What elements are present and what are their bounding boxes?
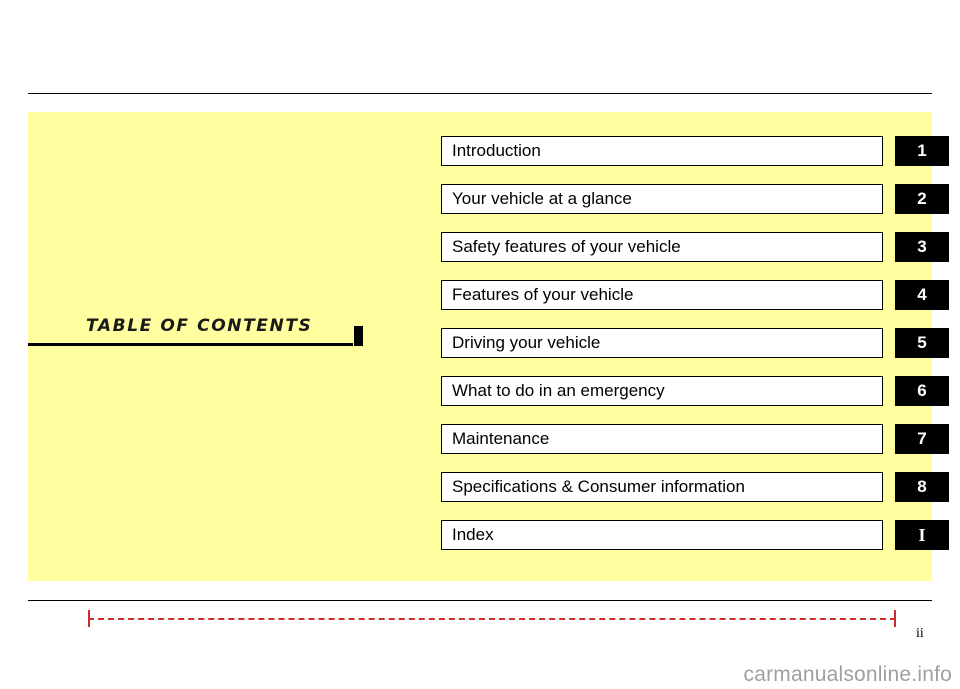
- top-divider: [28, 93, 932, 94]
- contents-entry-label[interactable]: Maintenance: [441, 424, 883, 454]
- contents-entry-label[interactable]: What to do in an emergency: [441, 376, 883, 406]
- contents-entry-tab[interactable]: 7: [895, 424, 949, 454]
- list-item[interactable]: Index I: [441, 520, 949, 552]
- contents-entry-tab[interactable]: 6: [895, 376, 949, 406]
- list-item[interactable]: Driving your vehicle 5: [441, 328, 949, 360]
- contents-entry-tab[interactable]: 3: [895, 232, 949, 262]
- contents-entry-tab[interactable]: 1: [895, 136, 949, 166]
- table-of-contents-heading: TABLE OF CONTENTS: [28, 316, 373, 352]
- contents-list: Introduction 1 Your vehicle at a glance …: [441, 136, 949, 568]
- contents-entry-label[interactable]: Driving your vehicle: [441, 328, 883, 358]
- contents-entry-label[interactable]: Specifications & Consumer information: [441, 472, 883, 502]
- list-item[interactable]: Maintenance 7: [441, 424, 949, 456]
- page-title: TABLE OF CONTENTS: [86, 316, 313, 336]
- list-item[interactable]: What to do in an emergency 6: [441, 376, 949, 408]
- watermark: carmanualsonline.info: [743, 663, 952, 686]
- contents-entry-label[interactable]: Index: [441, 520, 883, 550]
- contents-entry-label[interactable]: Safety features of your vehicle: [441, 232, 883, 262]
- contents-entry-tab[interactable]: 8: [895, 472, 949, 502]
- contents-entry-tab[interactable]: 2: [895, 184, 949, 214]
- contents-entry-label[interactable]: Introduction: [441, 136, 883, 166]
- contents-entry-tab[interactable]: I: [895, 520, 949, 550]
- bottom-divider: [28, 600, 932, 601]
- page-number: ii: [916, 626, 924, 641]
- contents-entry-tab[interactable]: 4: [895, 280, 949, 310]
- manual-page: TABLE OF CONTENTS Introduction 1 Your ve…: [0, 0, 960, 689]
- list-item[interactable]: Specifications & Consumer information 8: [441, 472, 949, 504]
- list-item[interactable]: Safety features of your vehicle 3: [441, 232, 949, 264]
- footer-dashed-line: [88, 618, 896, 620]
- list-item[interactable]: Your vehicle at a glance 2: [441, 184, 949, 216]
- list-item[interactable]: Features of your vehicle 4: [441, 280, 949, 312]
- contents-entry-tab[interactable]: 5: [895, 328, 949, 358]
- list-item[interactable]: Introduction 1: [441, 136, 949, 168]
- contents-entry-label[interactable]: Your vehicle at a glance: [441, 184, 883, 214]
- heading-underline: [28, 343, 353, 346]
- contents-entry-label[interactable]: Features of your vehicle: [441, 280, 883, 310]
- footer-crop-mark-right: [894, 610, 896, 627]
- heading-square-marker: [354, 326, 363, 346]
